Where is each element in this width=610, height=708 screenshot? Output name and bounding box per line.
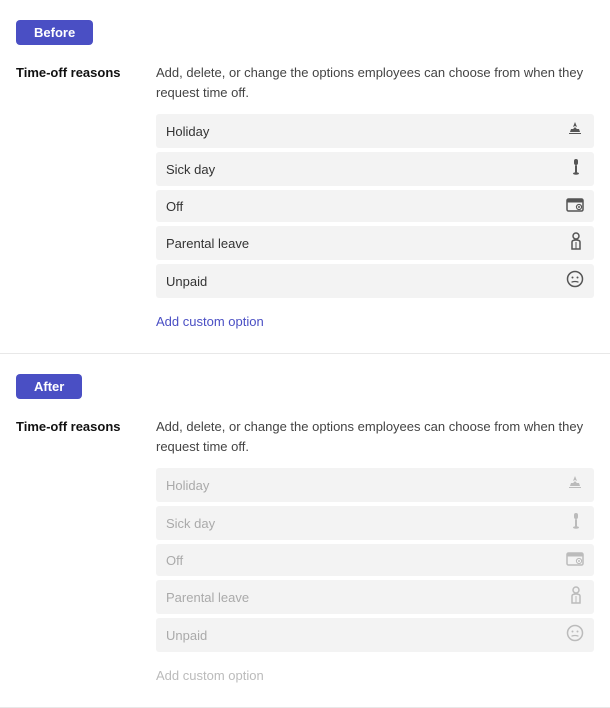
option-name: Parental leave [166, 236, 249, 251]
after-option-list: Holiday Sick day [156, 468, 594, 652]
sickday-icon-disabled [568, 512, 584, 534]
before-label: Before [16, 20, 93, 45]
option-name: Sick day [166, 516, 215, 531]
after-description: Add, delete, or change the options emplo… [156, 417, 594, 456]
add-custom-button-disabled: Add custom option [156, 668, 264, 683]
option-item[interactable]: Off [156, 190, 594, 222]
sickday-icon [568, 158, 584, 180]
option-item[interactable]: Sick day [156, 152, 594, 186]
unpaid-icon [566, 270, 584, 292]
option-item[interactable]: Holiday [156, 114, 594, 148]
add-custom-button[interactable]: Add custom option [156, 314, 264, 329]
option-item[interactable]: Parental leave [156, 226, 594, 260]
before-row-content: Add, delete, or change the options emplo… [156, 63, 594, 329]
before-description: Add, delete, or change the options emplo… [156, 63, 594, 102]
after-label: After [16, 374, 82, 399]
after-section: After Time-off reasons Add, delete, or c… [0, 354, 610, 708]
before-row: Time-off reasons Add, delete, or change … [0, 63, 610, 329]
option-name: Holiday [166, 478, 209, 493]
after-row-title: Time-off reasons [16, 417, 156, 434]
off-icon-disabled [566, 550, 584, 570]
before-section: Before Time-off reasons Add, delete, or … [0, 0, 610, 354]
before-row-title: Time-off reasons [16, 63, 156, 80]
holiday-icon [566, 120, 584, 142]
parental-icon-disabled [568, 586, 584, 608]
option-name: Off [166, 199, 183, 214]
option-item-disabled: Unpaid [156, 618, 594, 652]
option-item[interactable]: Unpaid [156, 264, 594, 298]
option-item-disabled: Off [156, 544, 594, 576]
unpaid-icon-disabled [566, 624, 584, 646]
option-item-disabled: Sick day [156, 506, 594, 540]
option-name: Unpaid [166, 628, 207, 643]
option-name: Parental leave [166, 590, 249, 605]
after-row: Time-off reasons Add, delete, or change … [0, 417, 610, 683]
after-row-content: Add, delete, or change the options emplo… [156, 417, 594, 683]
option-name: Sick day [166, 162, 215, 177]
holiday-icon-disabled [566, 474, 584, 496]
option-name: Off [166, 553, 183, 568]
option-name: Holiday [166, 124, 209, 139]
option-name: Unpaid [166, 274, 207, 289]
option-item-disabled: Parental leave [156, 580, 594, 614]
off-icon [566, 196, 584, 216]
option-item-disabled: Holiday [156, 468, 594, 502]
parental-icon [568, 232, 584, 254]
before-option-list: Holiday Sick day [156, 114, 594, 298]
